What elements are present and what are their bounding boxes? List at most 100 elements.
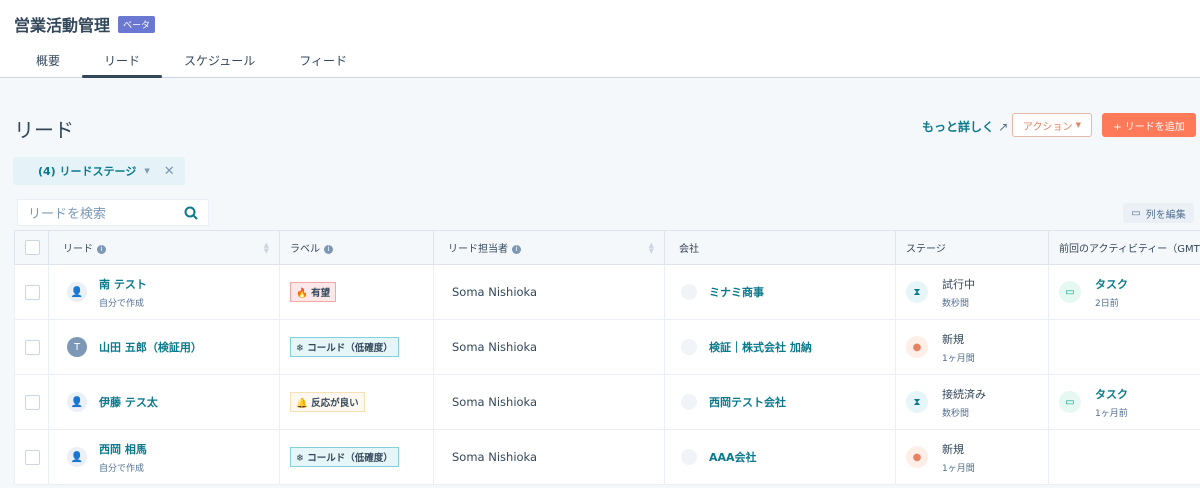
hourglass-icon: ⧗: [906, 281, 928, 303]
sort-icon[interactable]: ▲ ▼: [649, 242, 654, 255]
owner-cell: Soma Nishioka: [433, 374, 665, 430]
tab-schedule[interactable]: スケジュール: [162, 48, 277, 78]
app-header: 営業活動管理 ベータ 概要 リード スケジュール フィード: [0, 0, 1200, 78]
lead-cell: 👤 伊藤 テス太: [48, 374, 280, 430]
person-icon: ●: [906, 336, 928, 358]
label-text: 反応が良い: [311, 398, 359, 409]
column-header-label[interactable]: ラベル i: [279, 230, 434, 265]
column-label: リード: [63, 244, 93, 255]
edit-columns-label: 列を編集: [1145, 209, 1186, 221]
lead-name-link[interactable]: 南 テスト: [99, 276, 147, 292]
avatar-initial: T: [73, 341, 81, 353]
add-lead-button[interactable]: + リードを追加: [1102, 113, 1196, 137]
company-link[interactable]: 西岡テスト会社: [709, 394, 786, 410]
column-header-company[interactable]: 会社: [664, 230, 896, 265]
actions-dropdown-button[interactable]: アクション ▼: [1012, 113, 1092, 137]
label-badge: 🔥 有望: [290, 282, 337, 302]
row-checkbox[interactable]: [25, 284, 40, 300]
learn-more-text: もっと詳しく: [922, 120, 995, 134]
app-title-text: 営業活動管理: [14, 16, 111, 35]
info-icon[interactable]: i: [324, 244, 333, 254]
label-icon: ❄: [296, 343, 304, 354]
label-icon: 🔥: [296, 288, 308, 299]
activity-time: 2日前: [1095, 298, 1119, 309]
activity-cell: ▭ タスク 1ヶ月前: [1048, 374, 1200, 430]
avatar: 👤: [67, 392, 87, 412]
label-text: コールド（低確度）: [307, 453, 393, 464]
label-text: コールド（低確度）: [307, 343, 393, 354]
company-cell: AAA会社: [664, 429, 896, 485]
column-header-last-activity[interactable]: 前回のアクティビティー（GMT+: [1048, 230, 1200, 265]
company-cell: ミナミ商事: [664, 264, 896, 320]
select-all-checkbox[interactable]: [25, 240, 40, 255]
label-text: 有望: [311, 288, 331, 299]
lead-name-link[interactable]: 伊藤 テス太: [99, 394, 158, 410]
table-header-row: リード i ▲ ▼ ラベル i リード担当者 i ▲ ▼ 会社 ステージ 前回のアクティビティ…: [14, 230, 1200, 265]
owner-cell: Soma Nishioka: [433, 319, 665, 375]
external-link-icon: ↗: [998, 120, 1009, 134]
task-icon: ▭: [1059, 391, 1081, 413]
app-title: 営業活動管理 ベータ: [14, 12, 156, 36]
company-link[interactable]: ミナミ商事: [709, 284, 764, 300]
clear-filter-icon[interactable]: ✕: [164, 164, 175, 179]
label-icon: ❄: [296, 453, 304, 464]
stage-name: 試行中: [942, 277, 975, 291]
label-badge: ❄ コールド（低確度）: [290, 337, 399, 357]
info-icon[interactable]: i: [512, 244, 521, 254]
learn-more-link[interactable]: もっと詳しく ↗: [922, 118, 1008, 135]
activity-link[interactable]: タスク: [1095, 276, 1128, 292]
table-row: T 山田 五郎（検証用） ❄ コールド（低確度） Soma Nishioka 検証…: [14, 319, 1200, 375]
company-link[interactable]: AAA会社: [709, 449, 757, 465]
row-checkbox[interactable]: [25, 394, 40, 410]
filter-label: (4) リードステージ: [38, 165, 137, 178]
stage-name: 新規: [942, 332, 964, 346]
tab-leads[interactable]: リード: [82, 48, 163, 78]
tab-bar: 概要 リード スケジュール フィード: [14, 48, 369, 78]
row-select-cell: [14, 429, 49, 485]
search-placeholder: リードを検索: [28, 207, 107, 222]
column-header-owner[interactable]: リード担当者 i ▲ ▼: [433, 230, 665, 265]
column-header-lead[interactable]: リード i ▲ ▼: [48, 230, 280, 265]
company-logo-icon: [681, 449, 697, 465]
stage-cell: ● 新規 1ヶ月間: [895, 319, 1049, 375]
activity-cell: [1048, 429, 1200, 485]
label-badge: 🔔 反応が良い: [290, 392, 365, 412]
column-header-stage[interactable]: ステージ: [895, 230, 1049, 265]
edit-columns-button[interactable]: ▭ 列を編集: [1123, 203, 1194, 223]
stage-duration: 数秒間: [942, 298, 970, 309]
lead-stage-filter[interactable]: (4) リードステージ ▼ ✕: [13, 157, 185, 185]
lead-cell: T 山田 五郎（検証用）: [48, 319, 280, 375]
company-logo-icon: [681, 339, 697, 355]
stage-name: 新規: [942, 442, 964, 456]
company-logo-icon: [681, 394, 697, 410]
sort-icon[interactable]: ▲ ▼: [264, 242, 269, 255]
stage-duration: 1ヶ月間: [942, 463, 975, 474]
tab-overview[interactable]: 概要: [14, 48, 82, 78]
lead-name-link[interactable]: 西岡 相馬: [99, 441, 147, 457]
row-checkbox[interactable]: [25, 449, 40, 465]
label-cell: ❄ コールド（低確度）: [279, 319, 434, 375]
activity-cell: ▭ タスク 2日前: [1048, 264, 1200, 320]
lead-source: 自分で作成: [99, 298, 145, 309]
avatar: 👤: [67, 282, 87, 302]
company-cell: 検証｜株式会社 加納: [664, 319, 896, 375]
search-icon[interactable]: [184, 206, 198, 220]
stage-cell: ⧗ 接続済み 数秒間: [895, 374, 1049, 430]
stage-cell: ● 新規 1ヶ月間: [895, 429, 1049, 485]
lead-name-link[interactable]: 山田 五郎（検証用）: [99, 339, 202, 355]
company-link[interactable]: 検証｜株式会社 加納: [709, 339, 812, 355]
owner-cell: Soma Nishioka: [433, 264, 665, 320]
activity-link[interactable]: タスク: [1095, 386, 1128, 402]
row-select-cell: [14, 374, 49, 430]
table-row: 👤 南 テスト自分で作成 🔥 有望 Soma Nishioka ミナミ商事 ⧗ 試行…: [14, 264, 1200, 320]
column-label: ラベル: [290, 244, 320, 255]
info-icon[interactable]: i: [97, 244, 106, 254]
row-checkbox[interactable]: [25, 339, 40, 355]
stage-name: 接続済み: [942, 387, 986, 401]
row-select-cell: [14, 319, 49, 375]
tab-feed[interactable]: フィード: [277, 48, 369, 78]
beta-badge: ベータ: [118, 15, 156, 33]
table-row: 👤 伊藤 テス太 🔔 反応が良い Soma Nishioka 西岡テスト会社 ⧗ 接…: [14, 374, 1200, 430]
lead-search-input[interactable]: リードを検索: [17, 199, 209, 226]
lead-cell: 👤 西岡 相馬 自分で作成: [48, 429, 280, 485]
